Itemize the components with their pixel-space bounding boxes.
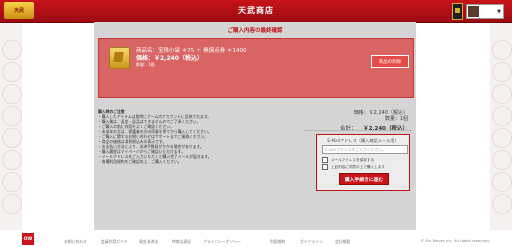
footer-link[interactable]: お問い合わせ [64,239,87,245]
note-line: ・各種利用規約をご確認の上、ご購入ください。 [98,159,182,164]
product-row: 商品名：宝珠小袋 ＊75 ＋ 無償点券 ＊1400 価格：￥2,240（税込） … [98,38,414,98]
footer: OW お問い合わせ 会員利用ガイド 資金決済法 特商法表記 プライバシーポリシー… [0,230,512,247]
footer-link[interactable]: 会社概要 [335,239,350,245]
summary-divider [304,130,412,131]
publisher-logo[interactable]: OW [22,233,34,245]
left-pattern [0,0,22,247]
checkout-panel: ご購入内容の最終確認 商品名：宝珠小袋 ＊75 ＋ 無償点券 ＊1400 価格：… [94,22,416,230]
footer-link[interactable]: 利用規約 [270,239,285,245]
email-label: E-Mailアドレス（購入確認メール用） [327,138,399,143]
save-email-checkbox[interactable]: メールアドレスを保存する [322,157,374,163]
remove-product-button[interactable]: 商品の削除 [371,55,409,68]
footer-link[interactable]: 会員利用ガイド [101,239,128,245]
checkbox[interactable] [322,157,328,163]
proceed-purchase-button[interactable]: 購入手続きに進む [339,173,389,185]
product-qty: 数量：1個 [136,62,155,67]
checkbox-label: 上記内容に同意の上で購入します [331,164,385,169]
chevron-down-icon: ▼ [497,8,501,15]
agree-checkbox[interactable]: 上記内容に同意の上で購入します [322,164,385,170]
order-summary: 価格：￥2,240（税込） 数量：1個 [354,110,408,122]
avatar [468,6,479,17]
footer-link[interactable]: ガイドライン [300,239,323,245]
right-pattern [490,0,512,247]
gold-pouch-icon [109,47,130,69]
email-field[interactable]: E-Mailアドレスをご入力ください。 [322,145,408,154]
total-label: 合計： [340,126,357,132]
page-title: 天武商店 [238,6,274,15]
product-price: 価格：￥2,240（税込） [136,55,203,62]
footer-link[interactable]: プライバシーポリシー [203,239,241,245]
summary-qty: 数量：1個 [384,116,408,122]
copyright: © Six Waves Inc. All rights reserved. [420,238,490,243]
user-menu[interactable]: ▼ [466,4,504,19]
footer-link[interactable]: 特商法表記 [172,239,191,245]
header-bar: 天武 天武商店 ▼ [0,0,512,23]
checkbox-label: メールアドレスを保存する [331,157,375,162]
footer-link[interactable]: 資金決済法 [139,239,158,245]
email-form: E-Mailアドレス（購入確認メール用） E-Mailアドレスをご入力ください。… [316,134,410,191]
checkbox[interactable] [322,164,328,170]
rank-badge-icon[interactable] [452,3,463,20]
purchase-notes: 購入時のご注意 ・購入したアイテムは即時にゲーム内アカウントに反映されます。 ・… [98,109,288,189]
checkout-title: ご購入内容の最終確認 [227,28,283,34]
